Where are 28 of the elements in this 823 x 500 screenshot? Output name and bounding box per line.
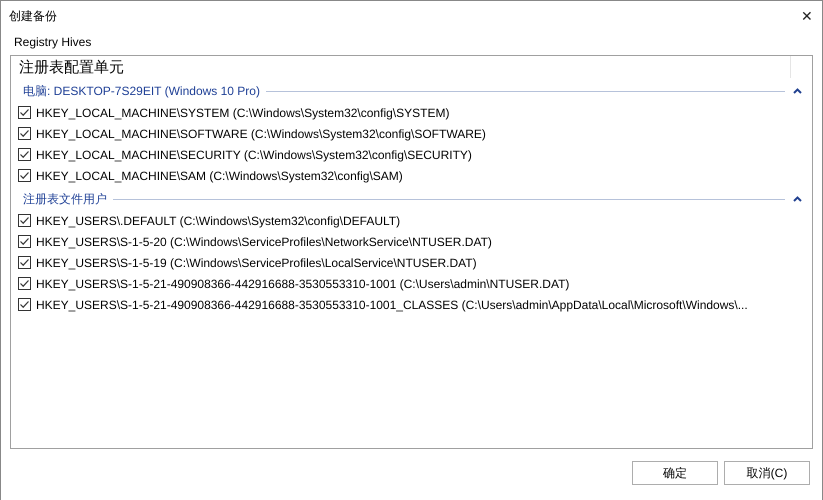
group-header[interactable]: 注册表文件用户 — [23, 190, 107, 208]
cancel-button[interactable]: 取消(C) — [724, 461, 810, 485]
hive-item-label: HKEY_LOCAL_MACHINE\SECURITY (C:\Windows\System32\config\SECURITY) — [36, 148, 472, 162]
checkbox[interactable] — [18, 169, 31, 182]
checkbox[interactable] — [18, 256, 31, 269]
checkbox[interactable] — [18, 298, 31, 311]
column-header[interactable]: 注册表配置单元 — [11, 58, 124, 76]
hive-item-label: HKEY_LOCAL_MACHINE\SAM (C:\Windows\System32\config\SAM) — [36, 168, 403, 182]
close-button[interactable]: ✕ — [792, 1, 822, 31]
checkbox[interactable] — [18, 127, 31, 140]
group-header[interactable]: 电脑: DESKTOP-7S29EIT (Windows 10 Pro) — [23, 82, 260, 100]
window-title: 创建备份 — [8, 8, 57, 24]
hive-item-label: HKEY_USERS\.DEFAULT (C:\Windows\System32\config\DEFAULT) — [36, 214, 400, 228]
hive-item-label: HKEY_LOCAL_MACHINE\SOFTWARE (C:\Windows\System32\config\SOFTWARE) — [36, 126, 486, 140]
ok-button[interactable]: 确定 — [632, 461, 718, 485]
checkbox[interactable] — [18, 214, 31, 227]
checkbox[interactable] — [18, 148, 31, 161]
hive-item-label: HKEY_LOCAL_MACHINE\SYSTEM (C:\Windows\System32\config\SYSTEM) — [36, 106, 450, 120]
checkbox[interactable] — [18, 235, 31, 248]
hive-item-label: HKEY_USERS\S-1-5-21-490908366-442916688-3530553310-1001 (C:\Users\admin\NTUSER.DAT) — [36, 276, 570, 290]
checkbox[interactable] — [18, 106, 31, 119]
hive-item-label: HKEY_USERS\S-1-5-21-490908366-442916688-3530553310-1001_CLASSES (C:\Users\admin\AppData\Local\Microsoft\Windows\... — [36, 298, 748, 312]
hive-item-label: HKEY_USERS\S-1-5-20 (C:\Windows\ServiceProfiles\NetworkService\NTUSER.DAT) — [36, 234, 492, 248]
hive-item-label: HKEY_USERS\S-1-5-19 (C:\Windows\ServiceProfiles\LocalService\NTUSER.DAT) — [36, 256, 477, 270]
checkbox[interactable] — [18, 277, 31, 290]
collapse-chevron-icon[interactable] — [793, 196, 802, 202]
collapse-chevron-icon[interactable] — [793, 88, 802, 94]
section-label: Registry Hives — [14, 34, 92, 51]
